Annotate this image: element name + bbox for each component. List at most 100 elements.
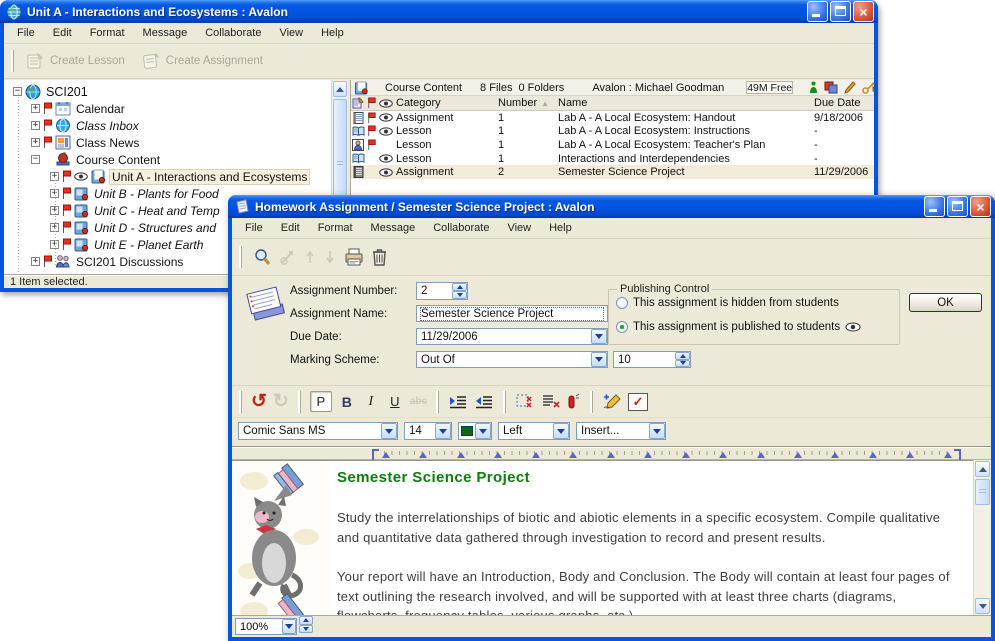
tab-stop-icon[interactable] [944,452,952,458]
unquote-icon[interactable] [541,393,561,410]
dropdown-button[interactable] [591,329,607,344]
tab-stop-icon[interactable] [532,452,540,458]
italic-button[interactable]: I [362,394,380,410]
due-date-dropdown[interactable]: 11/29/2006 [416,328,608,345]
assignment-window-titlebar[interactable]: Homework Assignment / Semester Science P… [228,195,995,218]
scroll-up-button[interactable] [333,81,347,97]
zoom-control[interactable]: 100% [235,618,297,635]
create-assignment-button[interactable]: Create Assignment [133,52,271,70]
underline-button[interactable]: U [386,394,404,409]
column-name[interactable]: Name [556,97,812,109]
scroll-down-button[interactable] [975,598,990,614]
radio-icon[interactable] [616,297,628,309]
tab-stop-icon[interactable] [494,452,502,458]
sort-item-icon[interactable] [352,97,364,109]
tab-stop-icon[interactable] [906,452,914,458]
marking-scheme-dropdown[interactable]: Out Of [416,351,608,368]
tree-row-calendar[interactable]: + Calendar [4,100,331,117]
close-button[interactable]: × [853,1,874,22]
table-row[interactable]: Lesson 1 Interactions and Interdependenc… [351,152,874,166]
plain-style-button[interactable]: P [310,391,332,412]
tab-stop-icon[interactable] [794,452,802,458]
menu-message[interactable]: Message [362,220,425,236]
user-icon[interactable] [809,81,818,94]
scroll-thumb[interactable] [975,479,990,505]
outdent-icon[interactable] [474,394,494,410]
radio-hidden-option[interactable]: This assignment is hidden from students [616,297,839,309]
tab-stop-icon[interactable] [607,452,615,458]
radio-selected-icon[interactable] [616,321,628,333]
menu-view[interactable]: View [270,25,312,41]
ok-button[interactable]: OK [909,293,982,312]
tab-stop-icon[interactable] [869,452,877,458]
spin-down-icon[interactable] [299,625,313,634]
flag-column-icon[interactable] [367,97,376,109]
tree-row-unit-a[interactable]: + Unit A - Interactions and Ecosystems [4,168,331,185]
menu-file[interactable]: File [236,220,272,236]
table-row[interactable]: Lesson 1 Lab A - A Local Ecosystem: Teac… [351,138,874,152]
font-size-dropdown[interactable]: 14 [404,422,452,440]
quote-icon[interactable] [515,393,535,410]
redo-button[interactable]: ↻ [273,390,289,413]
editor-area[interactable]: Semester Science Project Study the inter… [232,460,973,615]
left-margin-marker[interactable] [372,449,379,460]
font-color-dropdown[interactable] [458,422,492,440]
history-icon[interactable] [279,248,296,266]
tab-stop-icon[interactable] [419,452,427,458]
table-row-selected[interactable]: Assignment 2 Semester Science Project 11… [351,165,874,179]
assignment-name-input[interactable] [421,308,603,320]
scroll-up-button[interactable] [975,461,990,477]
create-lesson-button[interactable]: Create Lesson [17,52,133,70]
course-window-titlebar[interactable]: Unit A - Interactions and Ecosystems : A… [0,0,878,23]
close-button[interactable]: × [970,196,991,217]
spin-down-icon[interactable] [675,360,690,368]
column-category[interactable]: Category [394,97,494,109]
table-row[interactable]: Assignment 1 Lab A - A Local Ecosystem: … [351,111,874,125]
tab-stop-icon[interactable] [831,452,839,458]
print-icon[interactable] [344,248,364,267]
maximize-button[interactable] [830,1,851,22]
radio-published-option[interactable]: This assignment is published to students [616,321,861,333]
tree-row-root[interactable]: − SCI201 [4,83,331,100]
spin-up-icon[interactable] [452,283,467,291]
tab-stop-icon[interactable] [569,452,577,458]
menu-collaborate[interactable]: Collaborate [424,220,498,236]
next-icon[interactable] [324,249,336,265]
spin-up-icon[interactable] [675,352,690,360]
undo-button[interactable]: ↺ [251,390,267,413]
delete-icon[interactable] [372,248,387,266]
spin-up-icon[interactable] [299,616,313,625]
signature-icon[interactable] [602,393,622,410]
menu-help[interactable]: Help [312,25,353,41]
bold-button[interactable]: B [338,394,356,410]
tab-stop-icon[interactable] [457,452,465,458]
maximize-button[interactable] [947,196,968,217]
ruler[interactable] [232,447,991,460]
menu-view[interactable]: View [498,220,540,236]
column-due-date[interactable]: Due Date [812,97,874,109]
spellcheck-button[interactable]: ✓ [628,393,648,411]
eye-column-icon[interactable] [379,99,393,108]
strikethrough-button[interactable]: abc [410,396,427,407]
menu-edit[interactable]: Edit [272,220,309,236]
search-icon[interactable] [253,248,271,267]
column-number[interactable]: Number▲ [494,97,556,109]
menu-edit[interactable]: Edit [44,25,81,41]
tab-stop-icon[interactable] [382,452,390,458]
menu-collaborate[interactable]: Collaborate [196,25,270,41]
alignment-dropdown[interactable]: Left [498,422,570,440]
expand-icon[interactable]: + [31,138,40,147]
layers-icon[interactable] [824,81,838,94]
expand-icon[interactable]: + [31,104,40,113]
menu-format[interactable]: Format [309,220,362,236]
dropdown-button[interactable] [435,423,451,439]
assignment-name-field[interactable] [416,305,608,322]
tree-row-class-inbox[interactable]: + Class Inbox [4,117,331,134]
zoom-dropdown-button[interactable] [282,619,296,634]
font-family-dropdown[interactable]: Comic Sans MS [238,422,398,440]
pencil-icon[interactable] [844,81,856,94]
menu-file[interactable]: File [8,25,44,41]
collapse-icon[interactable]: − [31,155,40,164]
table-row[interactable]: Lesson 1 Lab A - A Local Ecosystem: Inst… [351,125,874,139]
zoom-stepper[interactable] [299,616,313,633]
